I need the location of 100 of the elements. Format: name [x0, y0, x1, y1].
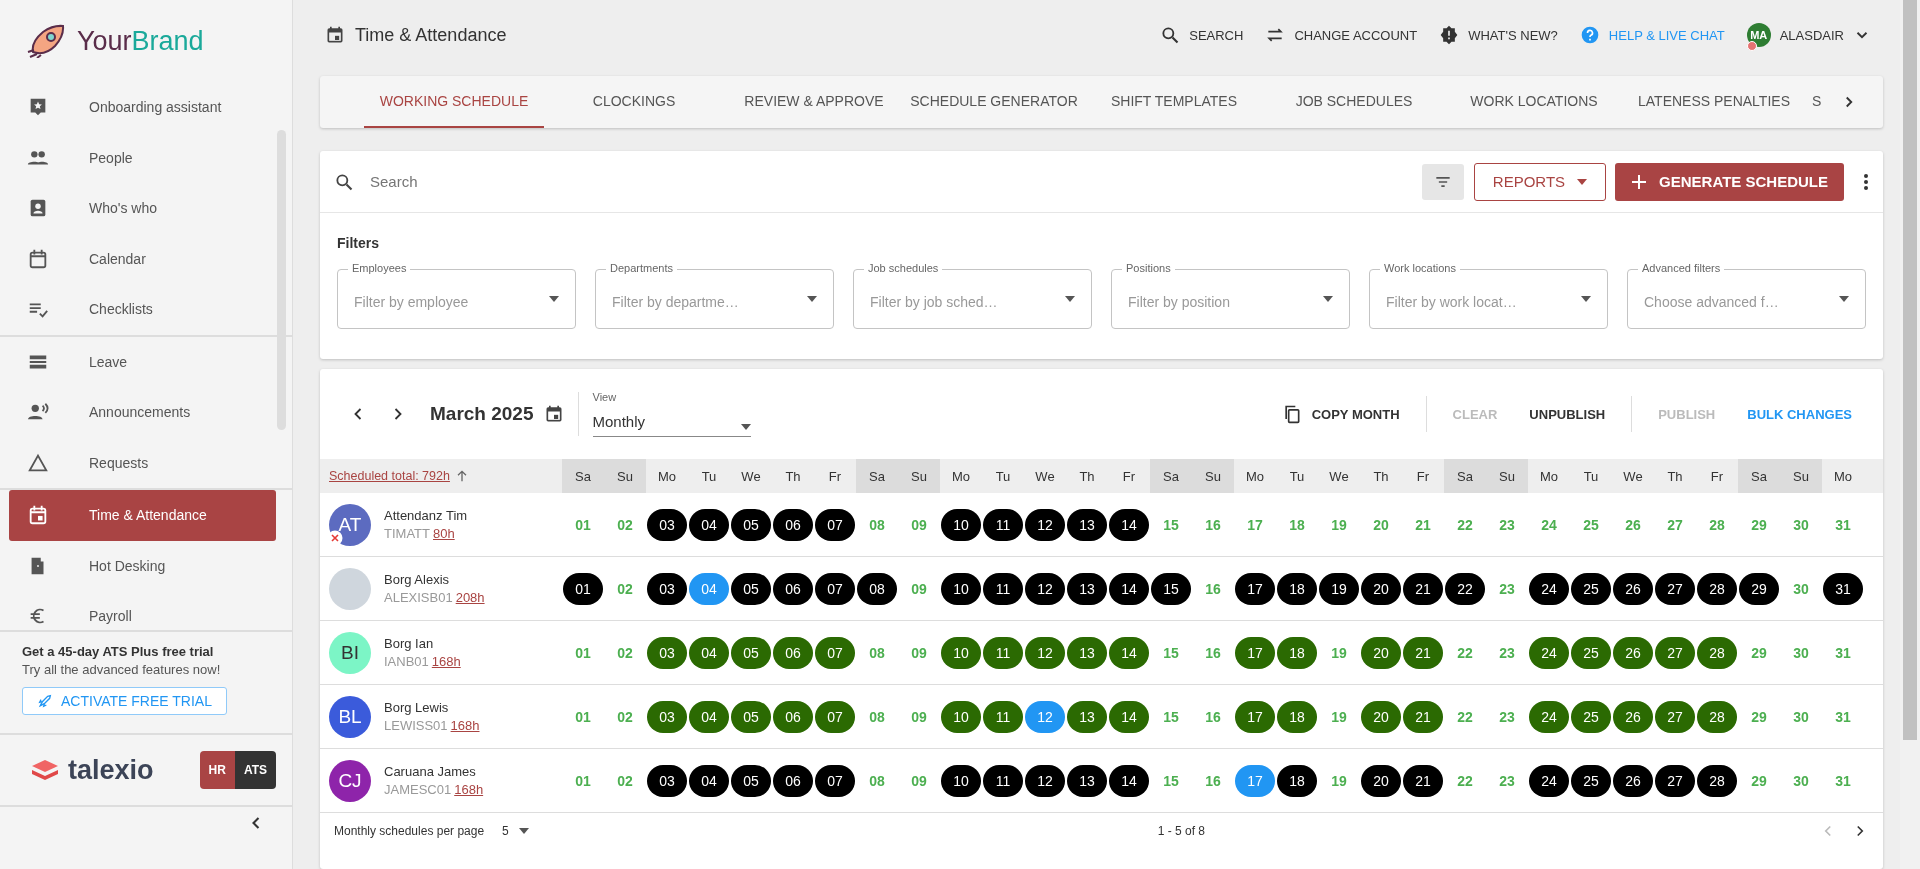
shift-day[interactable]: 06: [773, 636, 813, 669]
hours-link[interactable]: 168h: [431, 654, 461, 669]
shift-day[interactable]: 10: [941, 700, 981, 733]
shift-day[interactable]: 18: [1277, 764, 1317, 797]
more-icon[interactable]: [1863, 171, 1869, 192]
shift-day[interactable]: 17: [1235, 700, 1275, 733]
shift-day[interactable]: 26: [1613, 764, 1653, 797]
shift-day[interactable]: 29: [1739, 572, 1779, 605]
shift-day[interactable]: 03: [647, 572, 687, 605]
tab[interactable]: CLOCKINGS: [544, 76, 724, 128]
schedule-action-button[interactable]: UNPUBLISH: [1523, 405, 1612, 423]
shift-day[interactable]: 17: [1235, 572, 1275, 605]
reports-button[interactable]: REPORTS: [1473, 162, 1607, 201]
shift-day[interactable]: 20: [1361, 700, 1401, 733]
shift-day[interactable]: 14: [1109, 700, 1149, 733]
shift-day[interactable]: 18: [1277, 700, 1317, 733]
shift-day[interactable]: 05: [731, 700, 771, 733]
shift-day[interactable]: 13: [1067, 700, 1107, 733]
shift-day[interactable]: 20: [1361, 572, 1401, 605]
shift-day[interactable]: 25: [1571, 700, 1611, 733]
shift-day[interactable]: 26: [1613, 572, 1653, 605]
shift-day[interactable]: 05: [731, 572, 771, 605]
header-action[interactable]: CHANGE ACCOUNT: [1265, 21, 1418, 49]
shift-day[interactable]: 21: [1403, 572, 1443, 605]
shift-day[interactable]: 04: [689, 764, 729, 797]
shift-day[interactable]: 28: [1697, 636, 1737, 669]
tab[interactable]: WORK LOCATIONS: [1444, 76, 1624, 128]
tab[interactable]: S: [1804, 76, 1834, 128]
shift-day[interactable]: 03: [647, 636, 687, 669]
scheduled-total-link[interactable]: Scheduled total: 792h: [329, 469, 450, 483]
shift-day[interactable]: 31: [1823, 572, 1863, 605]
shift-day[interactable]: 11: [983, 700, 1023, 733]
shift-day[interactable]: 06: [773, 764, 813, 797]
module-switch[interactable]: HR: [199, 751, 235, 789]
view-select[interactable]: View Monthly: [592, 391, 751, 437]
sidebar-item[interactable]: Leave: [9, 336, 276, 387]
shift-day[interactable]: 11: [983, 636, 1023, 669]
shift-day[interactable]: 22: [1445, 572, 1485, 605]
shift-day[interactable]: 18: [1277, 636, 1317, 669]
shift-day[interactable]: 08: [857, 572, 897, 605]
shift-day[interactable]: 05: [731, 764, 771, 797]
tab[interactable]: WORKING SCHEDULE: [364, 76, 544, 128]
shift-day[interactable]: 10: [941, 764, 981, 797]
shift-day[interactable]: 06: [773, 572, 813, 605]
hours-link[interactable]: 168h: [450, 718, 480, 733]
sidebar-item[interactable]: Hot Desking: [9, 540, 276, 591]
header-action[interactable]: SEARCH: [1160, 21, 1244, 49]
sidebar-item[interactable]: Time & Attendance: [9, 490, 276, 541]
shift-day[interactable]: 06: [773, 508, 813, 541]
shift-day[interactable]: 21: [1403, 764, 1443, 797]
shift-day[interactable]: 12: [1025, 764, 1065, 797]
shift-day[interactable]: 11: [983, 572, 1023, 605]
shift-day[interactable]: 12: [1025, 508, 1065, 541]
hours-link[interactable]: 208h: [455, 590, 485, 605]
shift-day[interactable]: 05: [731, 508, 771, 541]
shift-day[interactable]: 07: [815, 508, 855, 541]
shift-day[interactable]: 24: [1529, 572, 1569, 605]
shift-day[interactable]: 04: [689, 508, 729, 541]
shift-day[interactable]: 17: [1235, 636, 1275, 669]
hours-link[interactable]: 168h: [454, 782, 484, 797]
shift-day[interactable]: 01: [563, 572, 603, 605]
shift-day[interactable]: 24: [1529, 700, 1569, 733]
shift-day[interactable]: 14: [1109, 572, 1149, 605]
tab[interactable]: SCHEDULE GENERATOR: [904, 76, 1084, 128]
filter-button[interactable]: [1421, 163, 1464, 200]
shift-day[interactable]: 04: [689, 700, 729, 733]
shift-day[interactable]: 13: [1067, 764, 1107, 797]
shift-day[interactable]: 07: [815, 764, 855, 797]
shift-day[interactable]: 13: [1067, 572, 1107, 605]
shift-day[interactable]: 03: [647, 508, 687, 541]
hours-link[interactable]: 80h: [433, 526, 455, 541]
shift-day[interactable]: 20: [1361, 764, 1401, 797]
sidebar-item[interactable]: Who's who: [9, 183, 276, 234]
shift-day[interactable]: 25: [1571, 636, 1611, 669]
sidebar-item[interactable]: Checklists: [9, 284, 276, 335]
tab[interactable]: SHIFT TEMPLATES: [1084, 76, 1264, 128]
shift-day[interactable]: 15: [1151, 572, 1191, 605]
shift-day[interactable]: 10: [941, 572, 981, 605]
shift-day[interactable]: 27: [1655, 572, 1695, 605]
remove-badge-icon[interactable]: [327, 530, 343, 546]
module-switch[interactable]: ATS: [234, 751, 276, 789]
shift-day[interactable]: 06: [773, 700, 813, 733]
shift-day[interactable]: 05: [731, 636, 771, 669]
sidebar-item[interactable]: Requests: [9, 437, 276, 488]
tab[interactable]: LATENESS PENALTIES: [1624, 76, 1804, 128]
shift-day[interactable]: 20: [1361, 636, 1401, 669]
sidebar-item[interactable]: Onboarding assistant: [9, 82, 276, 133]
sidebar-item[interactable]: People: [9, 132, 276, 183]
shift-day[interactable]: 14: [1109, 508, 1149, 541]
shift-day[interactable]: 10: [941, 636, 981, 669]
shift-day[interactable]: 03: [647, 700, 687, 733]
shift-day[interactable]: 21: [1403, 700, 1443, 733]
shift-day[interactable]: 28: [1697, 572, 1737, 605]
user-name[interactable]: ALASDAIR: [1779, 27, 1844, 43]
shift-day[interactable]: 14: [1109, 636, 1149, 669]
shift-day[interactable]: 03: [647, 764, 687, 797]
shift-day[interactable]: 07: [815, 572, 855, 605]
sidebar-item[interactable]: Calendar: [9, 233, 276, 284]
shift-day[interactable]: 28: [1697, 764, 1737, 797]
shift-day[interactable]: 19: [1319, 572, 1359, 605]
